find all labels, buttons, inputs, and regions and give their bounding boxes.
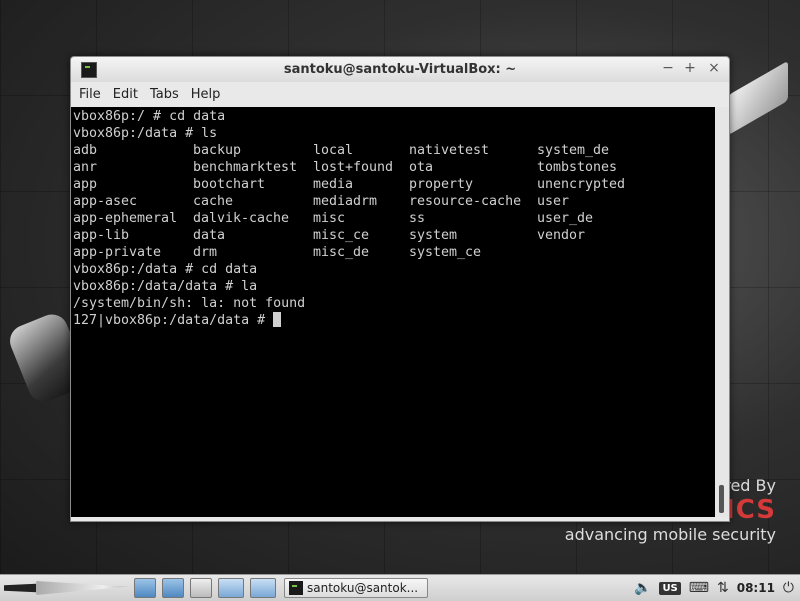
terminal-line: /system/bin/sh: la: not found [73, 296, 306, 311]
ls-entry: media [313, 177, 354, 192]
ls-entry: app [73, 177, 98, 192]
ls-entry: adb [73, 143, 98, 158]
maximize-button[interactable]: + [681, 60, 699, 76]
ls-listing: adb backup local nativetest system_deanr benc… [73, 142, 715, 261]
ls-row: app-ephemeral dalvik-cache misc ss user_de [73, 210, 715, 227]
volume-icon[interactable]: 🔈 [634, 580, 651, 596]
ls-entry: anr [73, 160, 98, 175]
ls-row: anr benchmarktest lost+found ota tombstones [73, 159, 715, 176]
workspace-icon[interactable] [250, 578, 276, 598]
ls-entry: tombstones [537, 160, 618, 175]
ls-entry: ss [409, 211, 426, 226]
file-manager-icon[interactable] [134, 578, 156, 598]
ls-entry: bootchart [193, 177, 266, 192]
terminal-scrollbar[interactable] [715, 107, 729, 517]
ls-row: app bootchart media property unencrypted [73, 176, 715, 193]
ls-entry: misc_de [313, 245, 370, 260]
ls-entry: user [537, 194, 570, 209]
text-cursor [273, 312, 282, 327]
ls-entry: drm [193, 245, 218, 260]
ls-entry: cache [193, 194, 234, 209]
ls-row: adb backup local nativetest system_de [73, 142, 715, 159]
minimize-button[interactable]: − [659, 60, 677, 76]
ls-entry: property [409, 177, 474, 192]
terminal-prompt-line[interactable]: 127|vbox86p:/data/data # [73, 312, 715, 329]
terminal-output[interactable]: vbox86p:/ # cd data vbox86p:/data # ls a… [71, 107, 715, 517]
terminal-window[interactable]: santoku@santoku-VirtualBox: ~ − + × File… [70, 56, 730, 522]
terminal-line: vbox86p:/ # cd data [73, 109, 226, 124]
terminal-line: vbox86p:/data # cd data [73, 262, 258, 277]
ls-row: app-private drm misc_de system_ce [73, 244, 715, 261]
ls-entry: backup [193, 143, 242, 158]
window-title: santoku@santoku-VirtualBox: ~ [283, 62, 517, 77]
keyboard-layout-indicator[interactable]: US [659, 581, 681, 595]
terminal-task-icon [289, 581, 303, 595]
menu-knife-icon[interactable] [4, 581, 128, 595]
terminal-line: vbox86p:/data/data # la [73, 279, 258, 294]
terminal-line: vbox86p:/data # ls [73, 126, 218, 141]
window-titlebar[interactable]: santoku@santoku-VirtualBox: ~ − + × [71, 57, 729, 82]
keyboard-icon[interactable]: ⌨ [689, 580, 709, 596]
ls-entry: data [193, 228, 226, 243]
window-list-icon[interactable] [190, 578, 212, 598]
menu-bar: File Edit Tabs Help [71, 82, 729, 106]
menu-tabs[interactable]: Tabs [144, 87, 185, 102]
prompt-text: 127|vbox86p:/data/data # [73, 313, 274, 328]
ls-entry: system_de [537, 143, 610, 158]
ls-entry: user_de [537, 211, 594, 226]
ls-entry: local [313, 143, 354, 158]
ls-entry: resource-cache [409, 194, 522, 209]
ls-entry: vendor [537, 228, 586, 243]
ls-entry: misc_ce [313, 228, 370, 243]
ls-entry [537, 244, 657, 261]
ls-entry: system_ce [409, 245, 482, 260]
menu-file[interactable]: File [73, 87, 107, 102]
ls-entry: system [409, 228, 458, 243]
brand-tagline: advancing mobile security [564, 525, 776, 544]
clock[interactable]: 08:11 [737, 581, 775, 595]
ls-entry: app-lib [73, 228, 130, 243]
ls-entry: nativetest [409, 143, 490, 158]
ls-row: app-asec cache mediadrm resource-cache user [73, 193, 715, 210]
system-tray: 🔈 US ⌨ ⇅ 08:11 ⏻ [634, 580, 800, 596]
ls-entry: app-asec [73, 194, 138, 209]
power-icon[interactable]: ⏻ [783, 580, 794, 596]
close-button[interactable]: × [705, 60, 723, 76]
ls-entry: ota [409, 160, 434, 175]
network-icon[interactable]: ⇅ [717, 580, 729, 596]
show-desktop-icon[interactable] [218, 578, 244, 598]
ls-entry: app-ephemeral [73, 211, 178, 226]
ls-entry: mediadrm [313, 194, 378, 209]
ls-row: app-lib data misc_ce system vendor [73, 227, 715, 244]
menu-edit[interactable]: Edit [107, 87, 144, 102]
task-label: santoku@santok... [307, 581, 419, 595]
taskbar: santoku@santok... 🔈 US ⌨ ⇅ 08:11 ⏻ [0, 574, 800, 601]
ls-entry: dalvik-cache [193, 211, 290, 226]
ls-entry: lost+found [313, 160, 394, 175]
ls-entry: unencrypted [537, 177, 626, 192]
menu-help[interactable]: Help [185, 87, 227, 102]
scrollbar-thumb[interactable] [719, 485, 724, 513]
taskbar-task-terminal[interactable]: santoku@santok... [284, 578, 428, 598]
ls-entry: benchmarktest [193, 160, 298, 175]
network-browser-icon[interactable] [162, 578, 184, 598]
ls-entry: misc [313, 211, 346, 226]
ls-entry: app-private [73, 245, 162, 260]
